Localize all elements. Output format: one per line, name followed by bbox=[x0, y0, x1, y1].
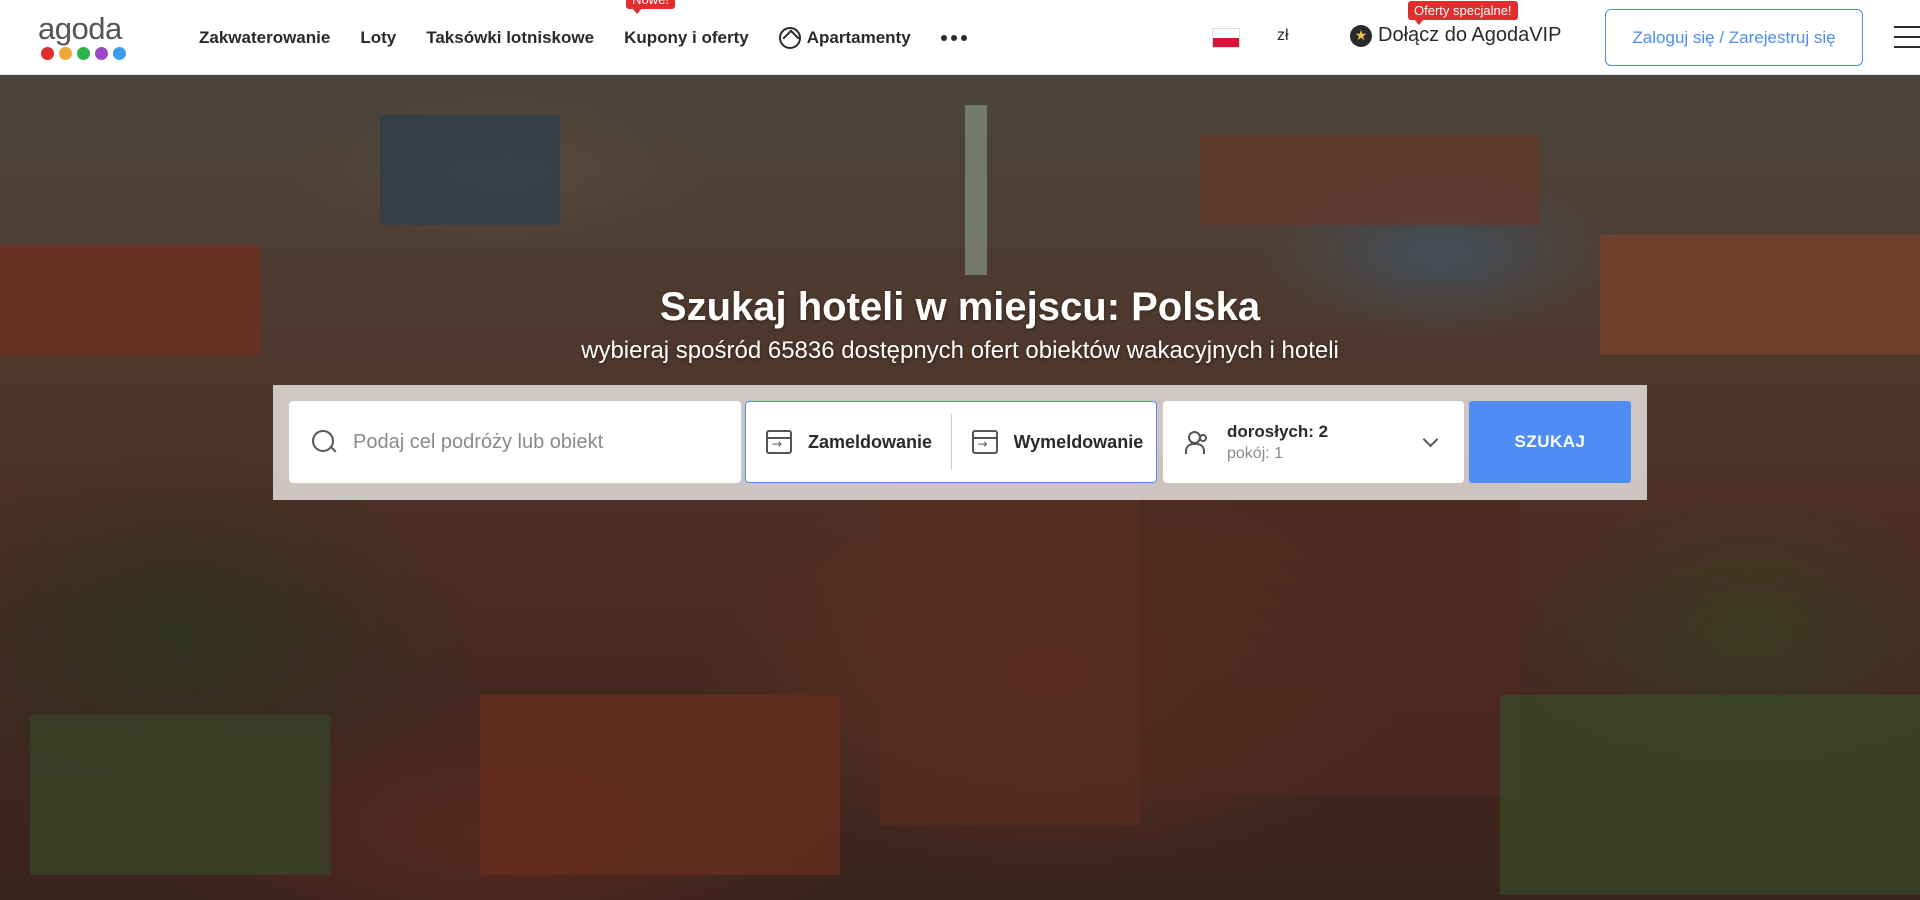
destination-search-box[interactable] bbox=[289, 401, 741, 483]
rooms-count: pokój: 1 bbox=[1227, 444, 1284, 462]
nav-item-apartments[interactable]: Apartamenty bbox=[778, 26, 911, 49]
nav-item-flights[interactable]: Loty bbox=[360, 28, 396, 48]
agoda-logo[interactable]: agoda bbox=[38, 12, 133, 64]
logo-dot bbox=[113, 47, 126, 60]
nav-item-label: Kupony i oferty bbox=[624, 27, 749, 47]
search-icon bbox=[311, 429, 337, 455]
destination-input[interactable] bbox=[353, 430, 713, 454]
nav-item-label: Loty bbox=[360, 27, 397, 47]
top-header: agoda Zakwaterowanie Loty Taksówki lotni… bbox=[0, 0, 1920, 75]
people-icon bbox=[1185, 430, 1211, 454]
vip-star-icon: ★ bbox=[1350, 24, 1372, 47]
nav-item-accommodation[interactable]: Zakwaterowanie bbox=[199, 28, 330, 48]
nav-item-label: Taksówki lotniskowe bbox=[426, 27, 595, 47]
logo-dot bbox=[77, 47, 90, 60]
dates-selector: Zameldowanie Wymeldowanie bbox=[745, 401, 1157, 483]
guests-text: dorosłych: 2 pokój: 1 bbox=[1227, 422, 1328, 463]
checkout-label: Wymeldowanie bbox=[1013, 431, 1144, 452]
hero-title: Szukaj hoteli w miejscu: Polska bbox=[659, 285, 1261, 329]
hero-subtitle: wybieraj spośród 65836 dostępnych ofert … bbox=[581, 337, 1339, 364]
checkout-date-picker[interactable]: Wymeldowanie bbox=[952, 402, 1157, 482]
new-badge: Nowe! bbox=[626, 0, 675, 14]
hamburger-menu-icon[interactable] bbox=[1894, 26, 1920, 48]
adults-count: dorosłych: 2 bbox=[1227, 421, 1329, 441]
nav-item-label: Apartamenty bbox=[806, 27, 911, 47]
home-icon bbox=[778, 26, 801, 49]
checkin-date-picker[interactable]: Zameldowanie bbox=[746, 402, 951, 482]
calendar-checkin-icon bbox=[766, 430, 792, 454]
checkin-label: Zameldowanie bbox=[808, 431, 933, 452]
search-panel: Zameldowanie Wymeldowanie dorosłych: 2 p… bbox=[273, 385, 1647, 500]
vip-label: Dołącz do AgodaVIP bbox=[1378, 24, 1562, 46]
guests-selector[interactable]: dorosłych: 2 pokój: 1 bbox=[1163, 401, 1464, 483]
nav-item-label: Zakwaterowanie bbox=[199, 27, 331, 47]
nav-item-coupons[interactable]: Nowe! Kupony i oferty bbox=[624, 0, 749, 48]
currency-selector[interactable]: zł bbox=[1277, 27, 1289, 45]
hero-background: Szukaj hoteli w miejscu: Polska wybieraj… bbox=[0, 75, 1920, 900]
logo-dot bbox=[59, 47, 72, 60]
logo-dots bbox=[41, 47, 133, 60]
agoda-vip-link[interactable]: ★ Dołącz do AgodaVIP bbox=[1350, 24, 1561, 47]
poland-flag-icon[interactable] bbox=[1212, 28, 1240, 48]
nav-item-airport-taxis[interactable]: Taksówki lotniskowe bbox=[426, 28, 594, 48]
logo-text: agoda bbox=[38, 11, 122, 46]
special-offers-badge: Oferty specjalne! bbox=[1408, 1, 1518, 25]
login-register-button[interactable]: Zaloguj się / Zarejestruj się bbox=[1605, 9, 1863, 66]
search-button[interactable]: SZUKAJ bbox=[1469, 401, 1631, 483]
chevron-down-icon bbox=[1422, 431, 1439, 448]
more-dots-icon[interactable] bbox=[940, 34, 967, 41]
logo-dot bbox=[95, 47, 108, 60]
calendar-checkout-icon bbox=[971, 430, 998, 454]
logo-dot bbox=[41, 47, 54, 60]
main-nav: Zakwaterowanie Loty Taksówki lotniskowe … bbox=[199, 0, 997, 75]
